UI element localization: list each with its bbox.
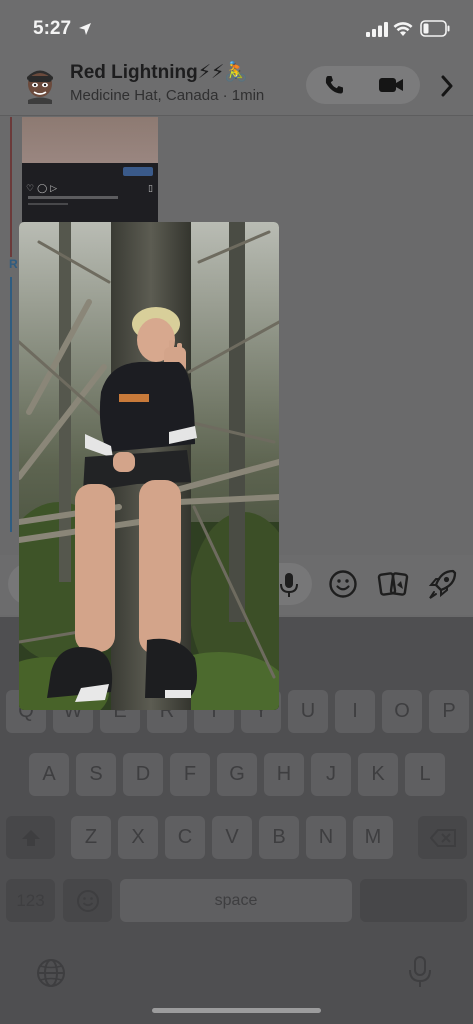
key-c[interactable]: C xyxy=(165,816,205,859)
cellular-signal-icon xyxy=(366,22,388,37)
key-m[interactable]: M xyxy=(353,816,393,859)
snapchat-chat-screen: 5:27 Red Lightning⚡⚡🚴 Medicine Hat, Cana… xyxy=(0,0,473,1024)
post-caption-line xyxy=(28,203,68,205)
chevron-right-icon xyxy=(441,75,453,97)
key-s[interactable]: S xyxy=(76,753,116,796)
status-bar: 5:27 xyxy=(0,0,473,56)
chat-header: Red Lightning⚡⚡🚴 Medicine Hat, Canada · … xyxy=(0,56,473,116)
dictation-microphone-icon[interactable] xyxy=(407,955,433,989)
memories-cards-icon[interactable] xyxy=(377,569,409,599)
location-arrow-icon xyxy=(79,23,91,35)
shared-post-link-button xyxy=(123,167,153,176)
voice-call-button[interactable] xyxy=(316,70,352,100)
sender-thread-bar xyxy=(10,117,12,257)
expanded-photo-preview[interactable] xyxy=(19,222,279,710)
key-v[interactable]: V xyxy=(212,816,252,859)
bitmoji-avatar[interactable] xyxy=(22,64,58,104)
shared-instagram-post[interactable]: ♡◯▷ ▯ xyxy=(22,117,158,222)
shift-arrow-icon xyxy=(21,829,40,846)
post-caption-line xyxy=(28,196,118,199)
shift-key[interactable] xyxy=(6,816,55,859)
key-o[interactable]: O xyxy=(382,690,422,733)
shared-post-image xyxy=(22,117,158,163)
key-u[interactable]: U xyxy=(288,690,328,733)
backspace-icon xyxy=(429,828,456,847)
key-a[interactable]: A xyxy=(29,753,69,796)
video-call-button[interactable] xyxy=(372,70,410,100)
key-x[interactable]: X xyxy=(118,816,158,859)
delete-key[interactable] xyxy=(418,816,467,859)
key-z[interactable]: Z xyxy=(71,816,111,859)
key-n[interactable]: N xyxy=(306,816,346,859)
phone-icon xyxy=(325,76,343,94)
key-l[interactable]: L xyxy=(405,753,445,796)
bookmark-icon: ▯ xyxy=(148,183,153,193)
key-i[interactable]: I xyxy=(335,690,375,733)
key-d[interactable]: D xyxy=(123,753,163,796)
key-j[interactable]: J xyxy=(311,753,351,796)
wifi-icon xyxy=(393,22,413,36)
key-f[interactable]: F xyxy=(170,753,210,796)
photo-boy-sitting-in-tree xyxy=(19,222,279,710)
more-options-button[interactable] xyxy=(434,72,460,100)
emoji-key[interactable] xyxy=(63,879,112,922)
video-camera-icon xyxy=(379,78,403,92)
post-action-icons: ♡◯▷ xyxy=(26,183,61,193)
reply-sender-initial: R xyxy=(9,257,18,271)
sticker-smiley-icon[interactable] xyxy=(328,569,358,599)
key-p[interactable]: P xyxy=(429,690,469,733)
space-key[interactable]: space xyxy=(120,879,352,922)
rocket-games-icon[interactable] xyxy=(427,567,459,601)
home-indicator[interactable] xyxy=(152,1008,321,1013)
numbers-key[interactable]: 123 xyxy=(6,879,55,922)
battery-icon xyxy=(420,20,450,37)
microphone-icon[interactable] xyxy=(277,571,301,599)
key-h[interactable]: H xyxy=(264,753,304,796)
globe-icon[interactable] xyxy=(35,957,67,989)
key-k[interactable]: K xyxy=(358,753,398,796)
contact-location-status: Medicine Hat, Canada · 1min xyxy=(70,87,265,104)
key-g[interactable]: G xyxy=(217,753,257,796)
contact-name[interactable]: Red Lightning⚡⚡🚴 xyxy=(70,60,248,84)
key-b[interactable]: B xyxy=(259,816,299,859)
status-time: 5:27 xyxy=(33,18,72,39)
reply-thread-bar xyxy=(10,277,12,532)
emoji-smiley-icon xyxy=(76,889,99,912)
send-key[interactable] xyxy=(360,879,467,922)
